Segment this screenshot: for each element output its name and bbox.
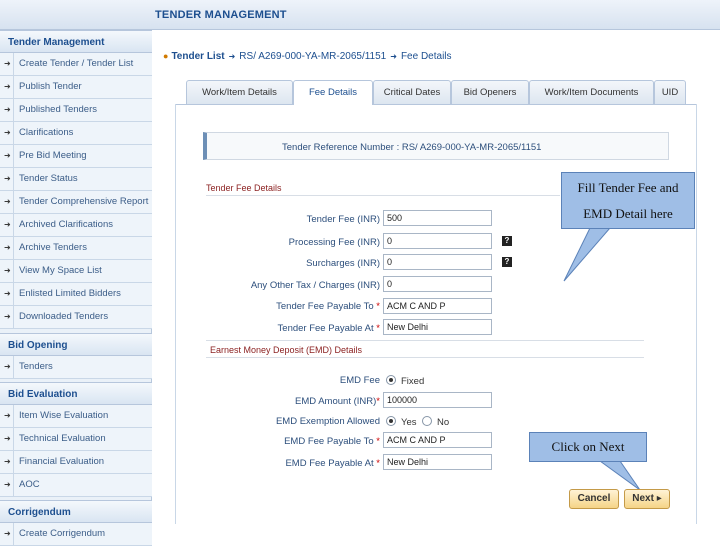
callout-pointer-next [598, 460, 641, 491]
chevron-right-icon: ▸ [656, 493, 662, 504]
callout-fee-line2: EMD Detail here [583, 206, 673, 221]
cancel-button[interactable]: Cancel [569, 489, 619, 509]
tab-fee-details[interactable]: Fee Details [293, 80, 373, 105]
callout-fee-line1: Fill Tender Fee and [577, 180, 679, 195]
callout-fill-fee: Fill Tender Fee and EMD Detail here [561, 172, 695, 229]
callout-pointer-fee [563, 227, 612, 282]
callout-click-next: Click on Next [529, 432, 647, 462]
next-button[interactable]: Next ▸ [624, 489, 670, 509]
